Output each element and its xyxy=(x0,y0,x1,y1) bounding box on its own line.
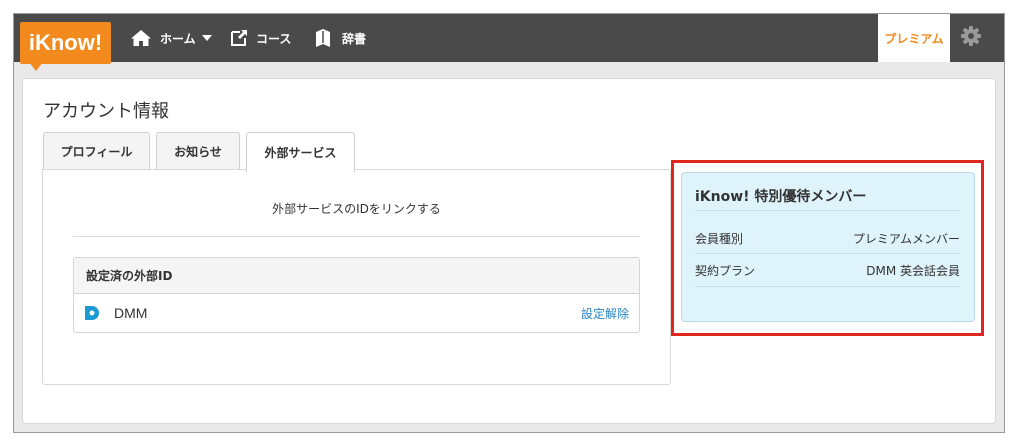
divider xyxy=(73,236,640,237)
list-item: DMM 設定解除 xyxy=(74,294,639,332)
course-icon xyxy=(230,29,248,47)
chevron-down-icon xyxy=(201,35,212,41)
dictionary-icon xyxy=(314,28,332,48)
linked-ids-box: 設定済の外部ID DMM 設定解除 xyxy=(73,257,640,333)
gear-icon xyxy=(961,26,981,50)
premium-button[interactable]: プレミアム xyxy=(878,14,950,62)
tab-external-services-label: 外部サービス xyxy=(264,146,337,160)
nav-dictionary[interactable]: 辞書 xyxy=(314,14,366,62)
tab-notifications[interactable]: お知らせ xyxy=(156,132,240,170)
highlight-box xyxy=(671,160,984,336)
home-icon xyxy=(130,29,152,47)
settings-button[interactable] xyxy=(950,14,992,62)
service-name: DMM xyxy=(114,305,148,321)
linked-ids-header: 設定済の外部ID xyxy=(74,258,639,294)
nav-course-label: コース xyxy=(256,31,292,46)
nav-course[interactable]: コース xyxy=(230,14,291,62)
logo-text: iKnow! xyxy=(28,30,103,55)
iknow-logo[interactable]: iKnow! xyxy=(20,22,111,64)
tab-profile[interactable]: プロフィール xyxy=(43,132,150,170)
logo-tail xyxy=(29,62,43,71)
premium-label: プレミアム xyxy=(884,31,944,46)
nav-home[interactable]: ホーム xyxy=(130,14,212,62)
link-description: 外部サービスのIDをリンクする xyxy=(272,202,441,216)
nav-dictionary-label: 辞書 xyxy=(342,31,367,46)
tab-external-services[interactable]: 外部サービス xyxy=(246,132,355,172)
tab-notifications-label: お知らせ xyxy=(174,145,222,159)
tab-profile-label: プロフィール xyxy=(60,145,133,159)
page-title: アカウント情報 xyxy=(43,101,169,122)
nav-home-label: ホーム xyxy=(160,31,196,46)
dmm-icon xyxy=(84,305,100,321)
unlink-button[interactable]: 設定解除 xyxy=(581,305,629,322)
